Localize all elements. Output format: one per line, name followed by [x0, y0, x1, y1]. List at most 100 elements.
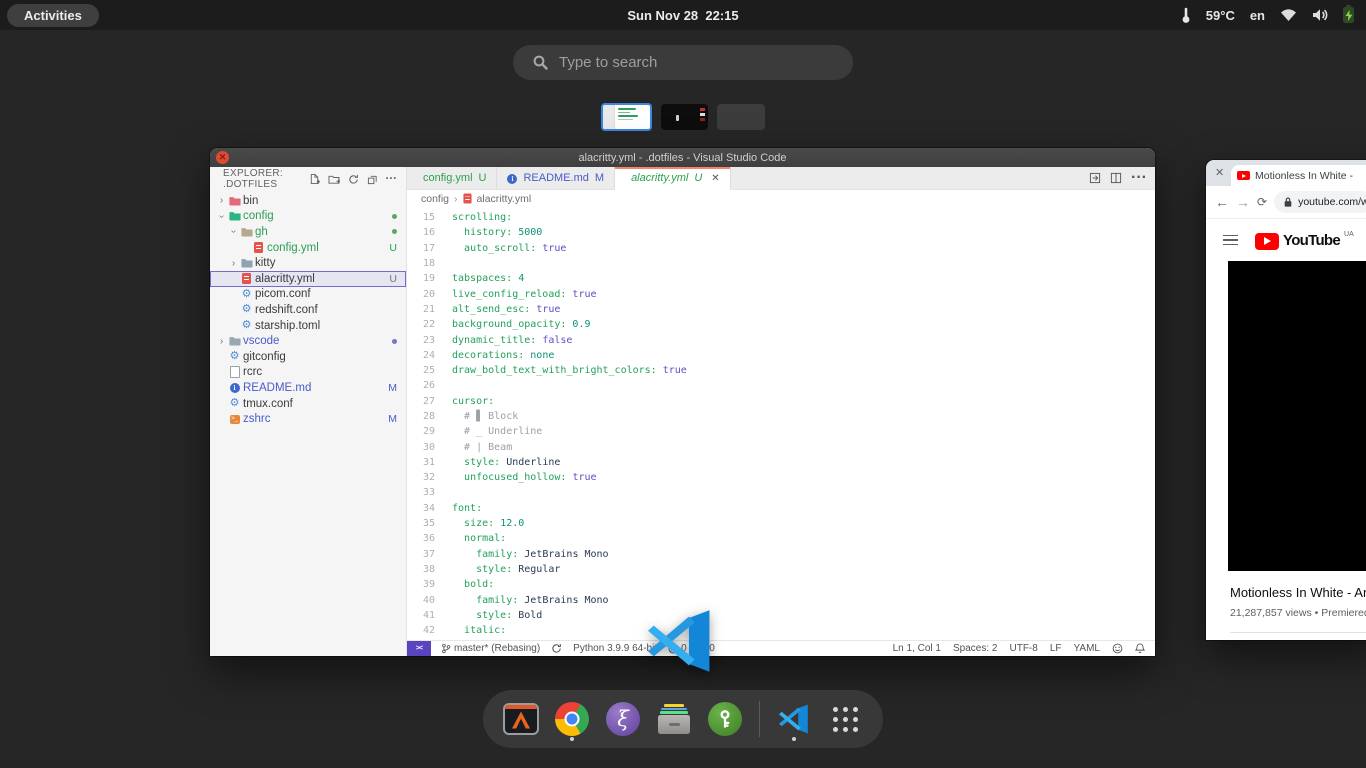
dock-chrome-icon[interactable] [553, 697, 591, 741]
tree-item-label: gh [255, 226, 268, 238]
git-badge: U [389, 242, 406, 254]
tree-item-alacritty.yml[interactable]: alacritty.ymlU [210, 271, 406, 287]
line-number: 36 [407, 533, 435, 544]
folder-icon [227, 336, 242, 346]
code-editor[interactable]: 15scrolling:16 history: 500017 auto_scro… [407, 207, 1155, 640]
dock-alacritty-icon[interactable] [502, 697, 540, 741]
close-window-button[interactable]: ✕ [216, 151, 229, 164]
tree-item-kitty[interactable]: ›kitty [210, 255, 406, 271]
tree-item-tmux.conf[interactable]: ⚙tmux.conf [210, 396, 406, 412]
new-file-icon[interactable] [309, 173, 320, 185]
tree-item-starship.toml[interactable]: ⚙starship.toml [210, 318, 406, 334]
notifications-bell-icon[interactable] [1135, 643, 1145, 654]
split-editor-icon[interactable] [1110, 172, 1122, 184]
more-editor-actions-icon[interactable]: ··· [1131, 169, 1147, 187]
line-number: 41 [407, 610, 435, 621]
gear-icon: ⚙ [227, 398, 242, 409]
status-ln[interactable]: Ln 1, Col 1 [893, 643, 941, 654]
tree-item-vscode[interactable]: ›vscode [210, 333, 406, 349]
workspace-thumbnail-2[interactable] [661, 104, 708, 130]
refresh-icon[interactable] [348, 174, 359, 185]
dock-keepass-icon[interactable] [706, 697, 744, 741]
forward-button[interactable]: → [1236, 195, 1250, 209]
tree-item-config[interactable]: ›config [210, 209, 406, 225]
code-tokens: normal: [452, 533, 506, 544]
chrome-active-tab[interactable]: Motionless In White - ◄ [1231, 165, 1366, 186]
status-sync[interactable] [551, 643, 562, 654]
tab-config.yml[interactable]: config.ymlU [407, 167, 497, 189]
workspace-thumbnail-1-active[interactable] [601, 103, 652, 131]
tree-item-rcrc[interactable]: rcrc [210, 365, 406, 381]
youtube-header: YouTube UA [1206, 219, 1366, 261]
menu-icon[interactable] [1223, 235, 1238, 246]
tree-item-zshrc[interactable]: >_zshrcM [210, 411, 406, 427]
git-dot [392, 339, 406, 344]
video-title: Motionless In White - Anot [1230, 585, 1366, 600]
code-line: 28 # ▋ Block [407, 409, 1155, 424]
status-yaml[interactable]: YAML [1074, 643, 1101, 654]
tree-item-label: vscode [243, 335, 279, 347]
status-lf[interactable]: LF [1050, 643, 1062, 654]
tree-item-config.yml[interactable]: config.ymlU [210, 240, 406, 256]
git-badge: U [389, 273, 406, 285]
breadcrumb[interactable]: config › alacritty.yml [407, 190, 1155, 207]
line-number: 23 [407, 335, 435, 346]
code-tokens: decorations: none [452, 350, 554, 361]
breadcrumb-folder[interactable]: config [421, 193, 449, 205]
youtube-logo[interactable]: YouTube UA [1255, 231, 1354, 250]
breadcrumb-file[interactable]: alacritty.yml [477, 193, 532, 205]
dock-emacs-icon[interactable]: ξ [604, 697, 642, 741]
search-input[interactable]: Type to search [513, 45, 853, 80]
tab-alacritty.yml[interactable]: alacritty.ymlU✕ [615, 167, 731, 190]
close-tab-icon[interactable]: ✕ [711, 173, 719, 184]
reload-button[interactable]: ⟳ [1257, 195, 1267, 209]
address-bar[interactable]: youtube.com/wa [1274, 191, 1366, 213]
code-line: 32 unfocused_hollow: true [407, 470, 1155, 485]
tree-item-README.md[interactable]: iREADME.mdM [210, 380, 406, 396]
tree-item-redshift.conf[interactable]: ⚙redshift.conf [210, 302, 406, 318]
line-number: 38 [407, 564, 435, 575]
keyboard-layout-indicator[interactable]: en [1250, 8, 1265, 23]
line-number: 28 [407, 411, 435, 422]
url-text: youtube.com/wa [1298, 196, 1366, 208]
system-status-area[interactable]: 59°C en [1181, 0, 1354, 30]
remote-indicator[interactable]: >< [407, 641, 431, 656]
yaml-icon [239, 273, 254, 284]
collapse-all-icon[interactable] [367, 174, 378, 185]
tree-item-gitconfig[interactable]: ⚙gitconfig [210, 349, 406, 365]
tab-README.md[interactable]: iREADME.mdM [497, 167, 615, 189]
vscode-title-bar[interactable]: ✕ alacritty.yml - .dotfiles - Visual Stu… [210, 148, 1155, 167]
code-line: 29 # _ Underline [407, 424, 1155, 439]
feedback-icon[interactable] [1112, 643, 1123, 654]
gear-icon: ⚙ [227, 351, 242, 362]
git-status-dot [392, 229, 397, 234]
status-interpreter[interactable]: Python 3.9.9 64-bit [573, 643, 657, 654]
tree-item-label: gitconfig [243, 351, 286, 363]
video-player[interactable] [1228, 261, 1366, 571]
more-actions-icon[interactable]: ··· [386, 173, 398, 185]
explorer-sidebar: EXPLORER: .DOTFILES ··· ›bin›config›ghco… [210, 167, 407, 656]
tree-item-gh[interactable]: › gh [210, 224, 406, 240]
line-number: 40 [407, 595, 435, 606]
status-branch[interactable]: master* (Rebasing) [441, 643, 540, 654]
back-button[interactable]: ← [1215, 195, 1229, 209]
info-icon: i [227, 383, 242, 393]
tree-item-bin[interactable]: ›bin [210, 193, 406, 209]
workspace-thumbnail-3[interactable] [717, 104, 765, 130]
dock-app-grid-icon[interactable] [826, 697, 864, 741]
search-placeholder: Type to search [559, 54, 657, 71]
previous-tab-close-icon[interactable]: ✕ [1215, 166, 1224, 179]
dock-files-icon[interactable] [655, 697, 693, 741]
code-line: 34font: [407, 501, 1155, 516]
clock[interactable]: Sun Nov 28 22:15 [0, 8, 1366, 23]
folder-icon [227, 211, 242, 221]
status-spaces[interactable]: Spaces: 2 [953, 643, 997, 654]
new-folder-icon[interactable] [328, 174, 340, 185]
dock-vscode-icon[interactable] [775, 697, 813, 741]
status-utf-8[interactable]: UTF-8 [1009, 643, 1037, 654]
code-line: 21alt_send_esc: true [407, 302, 1155, 317]
chevron-icon: › [228, 226, 239, 237]
open-changes-icon[interactable] [1089, 172, 1101, 184]
tree-item-picom.conf[interactable]: ⚙picom.conf [210, 287, 406, 303]
code-line: 16 history: 5000 [407, 225, 1155, 240]
